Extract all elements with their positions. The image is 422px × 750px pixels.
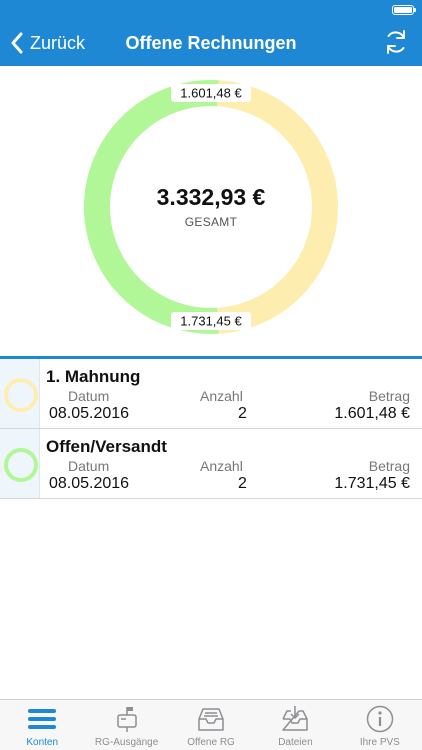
mailbox-icon — [116, 707, 137, 732]
tab-label: Konten — [26, 737, 59, 748]
refresh-icon[interactable] — [382, 28, 410, 56]
count-value: 2 — [238, 405, 247, 422]
tab-ihre-pvs[interactable]: Ihre PVS — [338, 700, 422, 750]
total-label: GESAMT — [184, 215, 238, 229]
row-marker — [0, 429, 40, 498]
amount-value: 1.731,45 € — [334, 475, 410, 492]
list-item-offen-versandt[interactable]: Offen/Versandt Datum 08.05.2016 Anzahl 2… — [0, 429, 422, 499]
date-value: 08.05.2016 — [49, 475, 130, 492]
amount-label: Betrag — [368, 458, 410, 474]
status-circle-icon — [4, 378, 38, 412]
menu-icon — [28, 709, 57, 729]
count-value: 2 — [238, 475, 247, 492]
item-title: Offen/Versandt — [46, 437, 167, 456]
tab-label: RG-Ausgänge — [94, 737, 159, 748]
segment-label-offen-versandt-text: 1.731,45 € — [180, 314, 242, 329]
donut-chart: 1.601,48 € 1.731,45 € 3.332,93 € GESAMT — [0, 66, 422, 356]
chevron-left-icon — [11, 32, 23, 54]
back-button-label: Zurück — [30, 32, 86, 53]
status-bar — [0, 0, 422, 20]
navigation-bar: Zurück Offene Rechnungen — [0, 20, 422, 66]
segment-label-mahnung-text: 1.601,48 € — [180, 86, 242, 101]
amount-value: 1.601,48 € — [334, 405, 410, 422]
date-label: Datum — [68, 388, 110, 404]
download-tray-icon — [282, 706, 309, 731]
list-item-mahnung[interactable]: 1. Mahnung Datum 08.05.2016 Anzahl 2 Bet… — [0, 359, 422, 429]
row-marker — [0, 359, 40, 428]
back-button[interactable]: Zurück — [10, 20, 85, 66]
tab-label: Ihre PVS — [359, 737, 400, 748]
tab-offene-rg[interactable]: Offene RG — [169, 700, 253, 750]
info-icon — [366, 705, 394, 733]
segment-label-offen-versandt: 1.731,45 € — [171, 312, 251, 330]
tab-konten[interactable]: Konten — [0, 700, 84, 750]
tab-label: Dateien — [278, 737, 313, 748]
tab-rg-ausgaenge[interactable]: RG-Ausgänge — [84, 700, 168, 750]
date-value: 08.05.2016 — [49, 405, 130, 422]
tab-dateien[interactable]: Dateien — [253, 700, 337, 750]
amount-label: Betrag — [368, 388, 410, 404]
count-label: Anzahl — [200, 388, 243, 404]
total-amount: 3.332,93 € — [156, 184, 266, 210]
item-title: 1. Mahnung — [46, 367, 141, 386]
segment-label-mahnung: 1.601,48 € — [171, 84, 251, 102]
donut-chart-svg: 1.601,48 € 1.731,45 € — [84, 80, 338, 334]
tab-label: Offene RG — [187, 737, 235, 748]
battery-icon — [392, 5, 416, 15]
count-label: Anzahl — [200, 458, 243, 474]
status-circle-icon — [4, 448, 38, 482]
date-label: Datum — [68, 458, 110, 474]
tab-bar: Konten RG-Ausgänge Offene RG Dateien Ihr… — [0, 699, 422, 750]
inbox-icon — [198, 708, 224, 731]
invoice-list: 1. Mahnung Datum 08.05.2016 Anzahl 2 Bet… — [0, 359, 422, 499]
